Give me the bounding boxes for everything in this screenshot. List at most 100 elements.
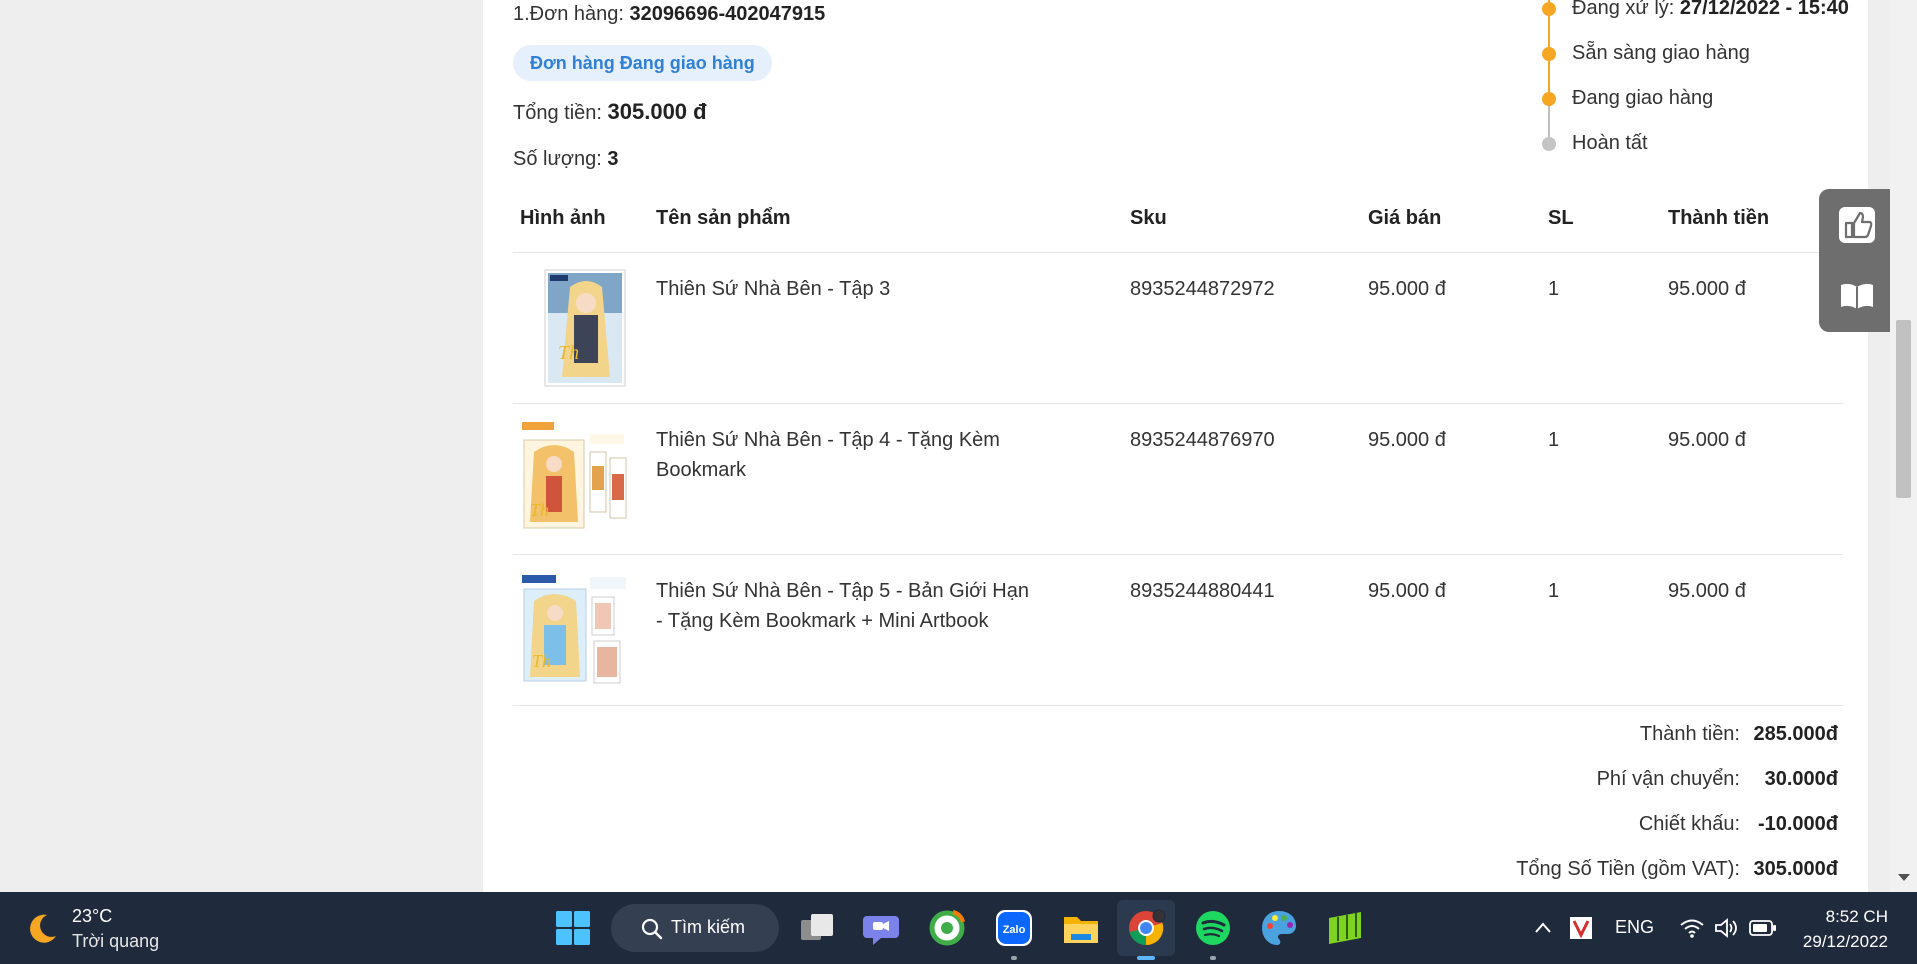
col-header-image: Hình ảnh: [520, 207, 606, 229]
windows-taskbar: 23°C Trời quang Tìm kiếm Zalo ENG 8:52 C…: [0, 892, 1917, 964]
product-subtotal: 95.000 đ: [1668, 278, 1746, 300]
totals-grand: Tổng Số Tiền (gồm VAT): 305.000đ: [1516, 858, 1838, 888]
product-name[interactable]: Thiên Sứ Nhà Bên - Tập 3: [656, 274, 1026, 304]
product-thumbnail[interactable]: Th: [520, 267, 630, 387]
timeline-dot-done: [1542, 2, 1556, 16]
product-qty: 1: [1548, 429, 1560, 451]
table-header: Hình ảnh Tên sản phẩm Sku Giá bán SL Thà…: [513, 195, 1843, 253]
product-price: 95.000 đ: [1368, 429, 1446, 451]
timeline-dot-done: [1542, 92, 1556, 106]
table-row[interactable]: Th Thiên Sứ Nhà Bên - Tập 4 - Tặng Kèm B…: [513, 403, 1843, 555]
product-thumbnail[interactable]: Th: [520, 569, 630, 689]
input-language-label[interactable]: ENG: [1615, 917, 1654, 938]
order-number-value: 32096696-402047915: [629, 3, 826, 25]
order-total-line: Tổng tiền: 305.000 đ: [513, 99, 707, 125]
totals-shipping-value: 30.000đ: [1764, 768, 1838, 790]
totals-shipping: Phí vận chuyển: 30.000đ: [1597, 768, 1838, 798]
status-badge: Đơn hàng Đang giao hàng: [513, 45, 772, 81]
system-clock[interactable]: 8:52 CH 29/12/2022: [1803, 904, 1888, 954]
wifi-icon[interactable]: [1679, 916, 1705, 940]
windows-start-icon[interactable]: [553, 908, 593, 948]
col-header-qty: SL: [1548, 207, 1574, 229]
paint-icon[interactable]: [1259, 908, 1299, 948]
product-sku: 8935244880441: [1130, 580, 1275, 602]
totals-discount-value: -10.000đ: [1757, 813, 1838, 835]
spotify-icon[interactable]: [1193, 908, 1233, 948]
order-number-label: 1.Đơn hàng:: [513, 3, 624, 25]
product-price: 95.000 đ: [1368, 278, 1446, 300]
totals-subtotal-label: Thành tiền:: [1639, 723, 1740, 745]
totals-discount-label: Chiết khấu:: [1638, 813, 1740, 835]
table-row[interactable]: Th Thiên Sứ Nhà Bên - Tập 3 893524487297…: [513, 252, 1843, 404]
product-name[interactable]: Thiên Sứ Nhà Bên - Tập 4 - Tặng Kèm Book…: [656, 425, 1026, 485]
order-qty-line: Số lượng: 3: [513, 148, 618, 171]
page-scrollbar[interactable]: [1890, 0, 1917, 892]
order-qty-label: Số lượng:: [513, 148, 602, 170]
totals-shipping-label: Phí vận chuyển:: [1596, 768, 1740, 790]
scrollbar-thumb[interactable]: [1896, 320, 1911, 498]
running-indicator: [1011, 956, 1017, 960]
coccoc-browser-icon[interactable]: [927, 908, 967, 948]
timeline-step-label: Đang giao hàng: [1572, 87, 1714, 109]
taskbar-search[interactable]: Tìm kiếm: [611, 904, 779, 952]
col-header-name: Tên sản phẩm: [656, 207, 791, 229]
floating-side-widget: [1819, 189, 1890, 332]
crescent-moon-icon: [30, 914, 56, 943]
totals-subtotal: Thành tiền: 285.000đ: [1640, 723, 1838, 753]
task-view-icon[interactable]: [797, 908, 837, 948]
product-subtotal: 95.000 đ: [1668, 429, 1746, 451]
order-number-line: 1.Đơn hàng: 32096696-402047915: [513, 3, 825, 26]
col-header-price: Giá bán: [1368, 207, 1442, 229]
timeline-dot-done: [1542, 47, 1556, 61]
weather-condition: Trời quang: [72, 931, 160, 951]
chevron-up-icon[interactable]: [1533, 918, 1553, 938]
order-status-timeline: Đang xử lý: 27/12/2022 - 15:40 Sẵn sàng …: [1539, 0, 1859, 160]
timeline-step-label: Hoàn tất: [1572, 132, 1648, 154]
col-header-sku: Sku: [1130, 207, 1167, 229]
svg-text:Th: Th: [530, 500, 549, 520]
file-explorer-icon[interactable]: [1061, 908, 1101, 948]
volume-icon[interactable]: [1714, 916, 1740, 940]
chrome-icon[interactable]: [1126, 908, 1166, 948]
scroll-down-arrow-icon[interactable]: [1898, 874, 1910, 881]
col-header-subtotal: Thành tiền: [1668, 207, 1770, 229]
timeline-dot-pending: [1542, 137, 1556, 151]
product-thumbnail[interactable]: Th: [520, 418, 630, 538]
vietnamese-input-icon[interactable]: [1569, 916, 1593, 940]
zalo-text: Zalo: [1003, 924, 1026, 936]
battery-icon[interactable]: [1749, 918, 1777, 938]
timeline-step-label: Sẵn sàng giao hàng: [1572, 42, 1750, 64]
order-total-label: Tổng tiền:: [513, 102, 602, 124]
timeline-step-label: Đang xử lý: 27/12/2022 - 15:40: [1572, 0, 1849, 20]
timeline-step-time: 27/12/2022 - 15:40: [1679, 0, 1849, 19]
open-book-icon[interactable]: [1837, 275, 1877, 315]
totals-grand-value: 305.000đ: [1753, 858, 1838, 880]
teams-chat-icon[interactable]: [861, 908, 901, 948]
totals-subtotal-value: 285.000đ: [1753, 723, 1838, 745]
product-subtotal: 95.000 đ: [1668, 580, 1746, 602]
page-viewport: 1.Đơn hàng: 32096696-402047915 Tổng tiền…: [0, 0, 1917, 892]
weather-temperature: 23°C: [72, 906, 113, 926]
svg-text:Th: Th: [532, 651, 551, 671]
green-app-icon[interactable]: [1325, 908, 1365, 948]
order-card: 1.Đơn hàng: 32096696-402047915 Tổng tiền…: [483, 0, 1868, 892]
clock-date: 29/12/2022: [1802, 932, 1888, 951]
zalo-icon[interactable]: Zalo: [994, 908, 1034, 948]
order-qty-value: 3: [607, 148, 619, 170]
totals-discount: Chiết khấu: -10.000đ: [1639, 813, 1838, 843]
search-icon: [641, 918, 663, 940]
clock-time: 8:52 CH: [1825, 907, 1888, 926]
product-sku: 8935244876970: [1130, 429, 1275, 451]
product-qty: 1: [1548, 278, 1560, 300]
table-row[interactable]: Th Thiên Sứ Nhà Bên - Tập 5 - Bản Giới H…: [513, 554, 1843, 706]
running-indicator: [1210, 956, 1216, 960]
search-label: Tìm kiếm: [671, 917, 745, 937]
product-price: 95.000 đ: [1368, 580, 1446, 602]
thumbs-up-icon[interactable]: [1837, 205, 1877, 245]
active-indicator: [1137, 956, 1155, 960]
product-sku: 8935244872972: [1130, 278, 1275, 300]
totals-grand-label: Tổng Số Tiền (gồm VAT):: [1516, 858, 1740, 880]
order-total-value: 305.000 đ: [607, 99, 707, 124]
svg-text:Th: Th: [558, 342, 579, 364]
product-name[interactable]: Thiên Sứ Nhà Bên - Tập 5 - Bản Giới Hạn …: [656, 576, 1041, 636]
